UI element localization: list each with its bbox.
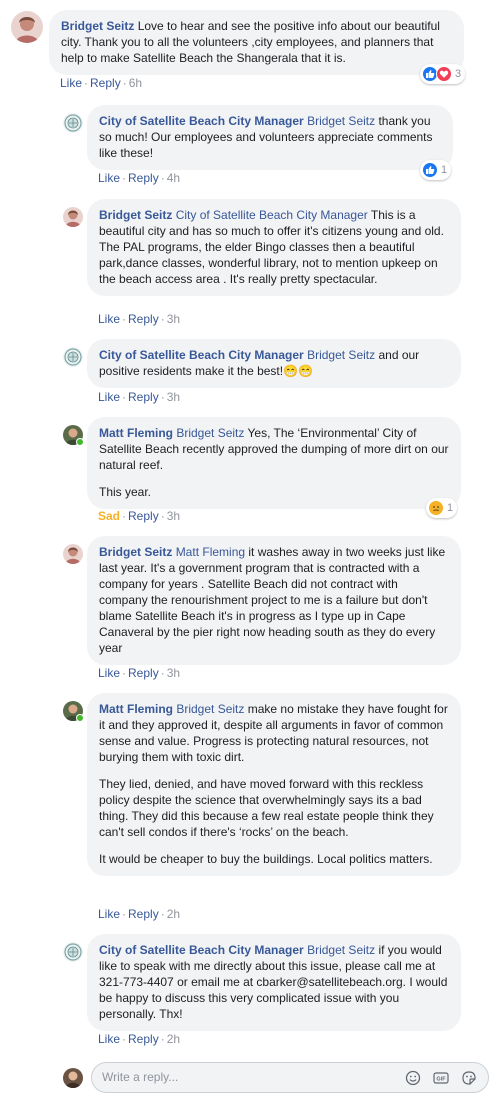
comment-actions: Like · Reply · 2h [98,906,180,922]
separator: · [160,312,165,326]
separator: · [160,907,165,921]
separator: · [122,666,127,680]
reply-button[interactable]: Reply [128,509,159,523]
like-button[interactable]: Like [98,1032,120,1046]
separator: · [160,1032,165,1046]
reply-button[interactable]: Reply [128,907,159,921]
reply-button[interactable]: Reply [90,76,121,90]
emoji-icon[interactable] [405,1070,421,1086]
reaction-summary[interactable]: 3 [420,64,466,84]
separator: · [122,76,127,90]
comment-text: it washes away in two weeks just like la… [99,545,446,655]
reaction-summary[interactable]: 1 [420,160,452,180]
reaction-count: 1 [441,164,448,176]
comment-mention[interactable]: Bridget Seitz [307,348,375,362]
comment-actions: Like · Reply · 3h [98,311,180,327]
comment-bubble: Bridget Seitz Matt Fleming it washes awa… [87,536,461,665]
reply-button[interactable]: Reply [128,171,159,185]
separator: · [160,390,165,404]
comment-actions: Like · Reply · 3h [98,665,180,681]
reply-button[interactable]: Reply [128,666,159,680]
like-button[interactable]: Like [98,171,120,185]
comment-author[interactable]: Matt Fleming [99,426,173,440]
comment-timestamp[interactable]: 2h [167,907,180,921]
reply-button[interactable]: Reply [128,312,159,326]
comment-author[interactable]: Bridget Seitz [99,545,172,559]
comment-mention[interactable]: Matt Fleming [176,545,245,559]
comment-bubble: City of Satellite Beach City Manager Bri… [87,105,453,170]
separator: · [122,1032,127,1046]
separator: · [84,76,89,90]
comment-actions: Sad · Reply · 3h [98,508,180,524]
separator: · [122,312,127,326]
comment-mention[interactable]: Bridget Seitz [176,702,244,716]
comment-timestamp[interactable]: 3h [167,666,180,680]
comment-timestamp[interactable]: 2h [167,1032,180,1046]
sad-reaction-button[interactable]: Sad [98,509,120,523]
sad-reaction-icon [428,500,444,516]
avatar-bridget-seitz[interactable] [11,11,43,43]
comment-author[interactable]: Matt Fleming [99,702,173,716]
comment-author[interactable]: City of Satellite Beach City Manager [99,114,304,128]
avatar-city-manager[interactable] [63,942,83,962]
separator: · [160,509,165,523]
comment-bubble: Bridget Seitz Love to hear and see the p… [49,10,464,75]
comment-bubble: City of Satellite Beach City Manager Bri… [87,934,461,1031]
comment-mention[interactable]: Bridget Seitz [307,114,375,128]
comment-mention[interactable]: Bridget Seitz [307,943,375,957]
comment-bubble: Bridget Seitz City of Satellite Beach Ci… [87,199,461,296]
comment-actions: Like · Reply · 6h [60,75,142,91]
avatar-bridget-seitz[interactable] [63,207,83,227]
comment-timestamp[interactable]: 3h [167,390,180,404]
separator: · [122,509,127,523]
avatar-bridget-seitz[interactable] [63,544,83,564]
sticker-icon[interactable] [461,1070,477,1086]
like-button[interactable]: Like [98,907,120,921]
svg-text:GIF: GIF [436,1077,446,1083]
separator: · [122,907,127,921]
like-button[interactable]: Like [98,666,120,680]
reaction-count: 1 [447,502,454,514]
separator: · [160,171,165,185]
comment-timestamp[interactable]: 3h [167,509,180,523]
comment-text: They lied, denied, and have moved forwar… [99,777,434,839]
reply-input[interactable]: Write a reply... GIF [91,1062,489,1093]
comment-bubble: Matt Fleming Bridget Seitz Yes, The ‘Env… [87,417,461,509]
avatar-city-manager[interactable] [63,113,83,133]
online-status-dot [76,438,84,446]
love-reaction-icon [436,66,452,82]
comment-actions: Like · Reply · 4h [98,170,180,186]
comment-actions: Like · Reply · 2h [98,1031,180,1047]
like-button[interactable]: Like [60,76,82,90]
separator: · [122,171,127,185]
reply-button[interactable]: Reply [128,390,159,404]
comment-author[interactable]: Bridget Seitz [61,19,134,33]
online-status-dot [76,714,84,722]
like-button[interactable]: Like [98,390,120,404]
separator: · [122,390,127,404]
comment-text: This year. [99,485,152,499]
comment-author[interactable]: City of Satellite Beach City Manager [99,348,304,362]
separator: · [160,666,165,680]
like-reaction-icon [422,162,438,178]
comment-text: It would be cheaper to buy the buildings… [99,852,433,866]
comment-author[interactable]: City of Satellite Beach City Manager [99,943,304,957]
comment-author[interactable]: Bridget Seitz [99,208,172,222]
reply-button[interactable]: Reply [128,1032,159,1046]
reaction-summary[interactable]: 1 [426,498,458,518]
avatar-city-manager[interactable] [63,347,83,367]
reply-placeholder: Write a reply... [102,1070,179,1084]
comment-mention[interactable]: City of Satellite Beach City Manager [176,208,368,222]
comment-mention[interactable]: Bridget Seitz [176,426,244,440]
current-user-avatar [63,1068,83,1088]
reaction-count: 3 [455,68,462,80]
gif-icon[interactable]: GIF [433,1070,449,1086]
comment-actions: Like · Reply · 3h [98,389,180,405]
like-button[interactable]: Like [98,312,120,326]
comment-timestamp[interactable]: 6h [129,76,142,90]
comment-bubble: City of Satellite Beach City Manager Bri… [87,339,461,388]
comment-timestamp[interactable]: 4h [167,171,180,185]
comment-timestamp[interactable]: 3h [167,312,180,326]
comment-bubble: Matt Fleming Bridget Seitz make no mista… [87,693,461,876]
